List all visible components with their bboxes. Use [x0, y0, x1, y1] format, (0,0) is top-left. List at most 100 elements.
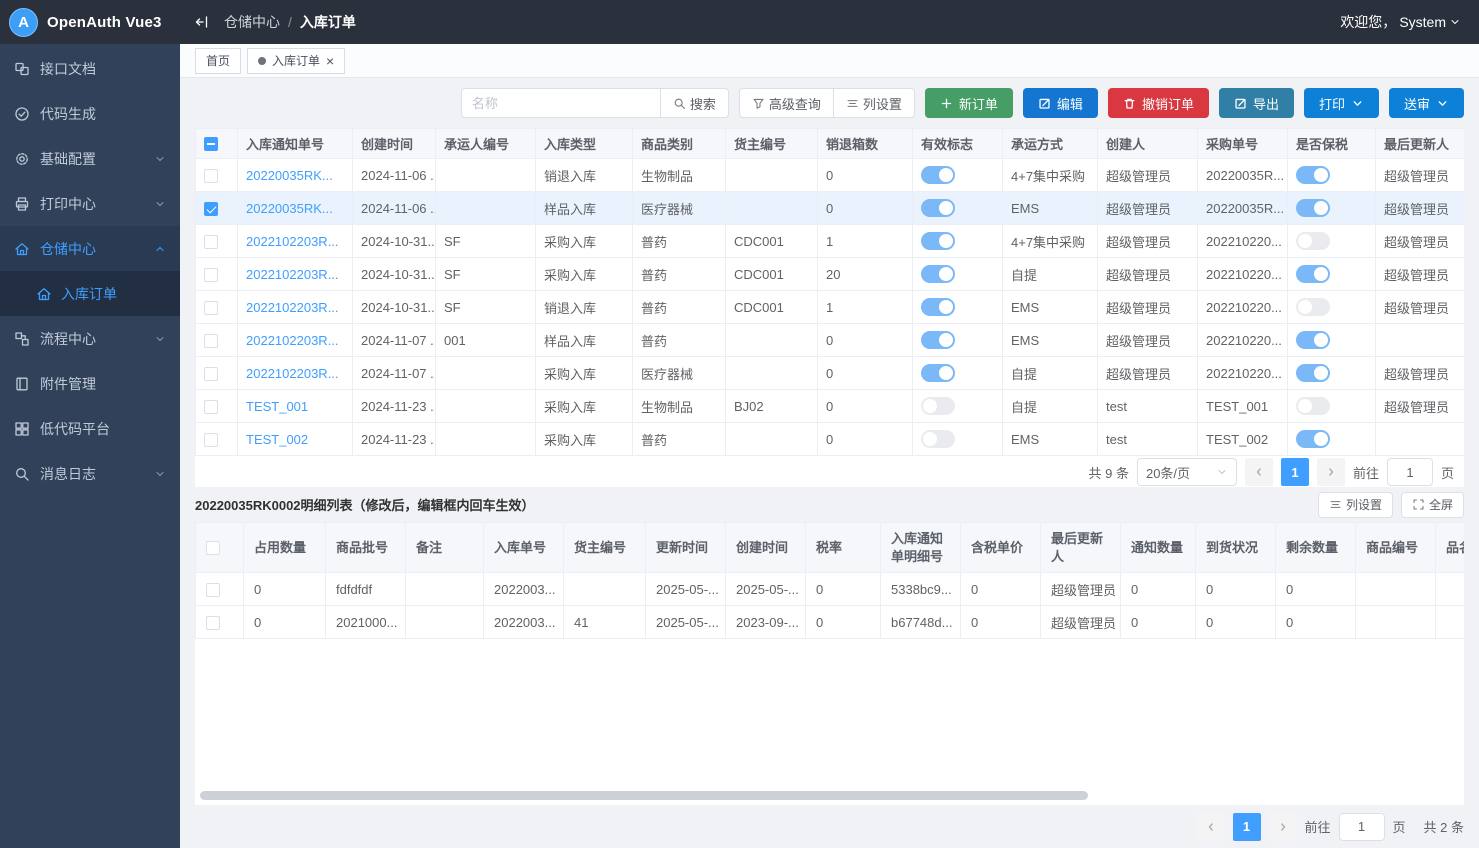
- row-checkbox[interactable]: [204, 334, 218, 348]
- row-checkbox[interactable]: [206, 583, 220, 597]
- valid-flag-toggle[interactable]: [921, 331, 955, 349]
- row-checkbox[interactable]: [204, 433, 218, 447]
- detail-current-page[interactable]: 1: [1233, 813, 1261, 841]
- detail-goto-page-input[interactable]: [1339, 813, 1385, 841]
- lowcode-icon: [14, 421, 30, 437]
- search-button[interactable]: 搜索: [660, 88, 729, 118]
- next-page-button[interactable]: [1317, 458, 1345, 486]
- column-settings-button[interactable]: 列设置: [833, 88, 915, 118]
- valid-flag-toggle[interactable]: [921, 364, 955, 382]
- detail-next-page-button[interactable]: [1269, 813, 1297, 841]
- valid-flag-toggle[interactable]: [921, 430, 955, 448]
- sidebar-item-4[interactable]: 打印中心: [0, 181, 180, 226]
- api-docs-icon: [14, 61, 30, 77]
- tab-home[interactable]: 首页: [195, 48, 241, 74]
- row-checkbox[interactable]: [204, 268, 218, 282]
- print-dropdown-button[interactable]: 打印: [1304, 88, 1379, 118]
- goto-page-input[interactable]: [1387, 458, 1433, 486]
- row-checkbox[interactable]: [204, 301, 218, 315]
- table-row: 20220035RK...2024-11-06 ...样品入库医疗器械0EMS超…: [196, 192, 1465, 225]
- horizontal-scrollbar[interactable]: [200, 791, 1088, 800]
- row-checkbox[interactable]: [204, 202, 218, 216]
- sidebar-item-8[interactable]: 低代码平台: [0, 406, 180, 451]
- valid-flag-toggle[interactable]: [921, 397, 955, 415]
- column-settings-icon: [1329, 498, 1342, 511]
- sidebar-item-6[interactable]: 流程中心: [0, 316, 180, 361]
- order-link[interactable]: 2022102203R...: [246, 366, 339, 381]
- cell: TEST_002: [1198, 423, 1288, 456]
- sidebar-item-2[interactable]: 代码生成: [0, 91, 180, 136]
- advanced-query-button[interactable]: 高级查询: [739, 88, 834, 118]
- page-size-select[interactable]: 20条/页: [1137, 458, 1237, 486]
- sidebar-item-label: 接口文档: [40, 59, 96, 79]
- bonded-toggle[interactable]: [1296, 232, 1330, 250]
- valid-flag-toggle[interactable]: [921, 199, 955, 217]
- cell: [406, 573, 484, 606]
- row-checkbox[interactable]: [206, 616, 220, 630]
- bonded-toggle[interactable]: [1296, 364, 1330, 382]
- cell: [1288, 357, 1376, 390]
- row-checkbox[interactable]: [204, 400, 218, 414]
- new-order-button[interactable]: 新订单: [925, 88, 1013, 118]
- cell: 样品入库: [536, 324, 633, 357]
- row-checkbox[interactable]: [204, 169, 218, 183]
- detail-goto-unit: 页: [1393, 817, 1406, 836]
- sidebar-subitem[interactable]: 入库订单: [0, 271, 180, 316]
- order-link[interactable]: TEST_001: [246, 399, 308, 414]
- orders-card: 入库通知单号创建时间承运人编号入库类型商品类别货主编号销退箱数有效标志承运方式创…: [195, 128, 1464, 487]
- bonded-toggle[interactable]: [1296, 265, 1330, 283]
- cell: [726, 192, 818, 225]
- order-link[interactable]: 2022102203R...: [246, 234, 339, 249]
- cell: 2025-05-...: [726, 573, 806, 606]
- cell: [406, 606, 484, 639]
- valid-flag-toggle[interactable]: [921, 232, 955, 250]
- valid-flag-toggle[interactable]: [921, 166, 955, 184]
- prev-page-button[interactable]: [1245, 458, 1273, 486]
- order-link[interactable]: 2022102203R...: [246, 333, 339, 348]
- submit-review-dropdown-button[interactable]: 送审: [1389, 88, 1464, 118]
- sidebar-item-9[interactable]: 消息日志: [0, 451, 180, 496]
- sidebar-item-7[interactable]: 附件管理: [0, 361, 180, 406]
- inbound-order-icon: [36, 286, 52, 302]
- current-page[interactable]: 1: [1281, 458, 1309, 486]
- column-header: 通知数量: [1121, 523, 1196, 573]
- order-link[interactable]: 2022102203R...: [246, 300, 339, 315]
- valid-flag-toggle[interactable]: [921, 265, 955, 283]
- row-checkbox[interactable]: [204, 367, 218, 381]
- bonded-toggle[interactable]: [1296, 298, 1330, 316]
- valid-flag-toggle[interactable]: [921, 298, 955, 316]
- sidebar-item-3[interactable]: 基础配置: [0, 136, 180, 181]
- cell: 0: [244, 573, 326, 606]
- sidebar-item-1[interactable]: 接口文档: [0, 46, 180, 91]
- order-link[interactable]: TEST_002: [246, 432, 308, 447]
- order-link[interactable]: 2022102203R...: [246, 267, 339, 282]
- breadcrumb-section[interactable]: 仓储中心: [224, 12, 280, 32]
- order-link[interactable]: 20220035RK...: [246, 201, 333, 216]
- export-button[interactable]: 导出: [1219, 88, 1294, 118]
- search-input[interactable]: [461, 88, 661, 118]
- fullscreen-button[interactable]: 全屏: [1401, 492, 1464, 518]
- tab-inbound-orders[interactable]: 入库订单 ×: [247, 48, 345, 74]
- bonded-toggle[interactable]: [1296, 331, 1330, 349]
- edit-button[interactable]: 编辑: [1023, 88, 1098, 118]
- user-menu[interactable]: 欢迎您，System: [1340, 12, 1479, 32]
- sidebar-collapse-icon[interactable]: [194, 14, 210, 30]
- detail-prev-page-button[interactable]: [1197, 813, 1225, 841]
- bonded-toggle[interactable]: [1296, 199, 1330, 217]
- row-checkbox[interactable]: [204, 235, 218, 249]
- cell: 生物制品: [633, 390, 726, 423]
- cell: 0: [818, 390, 913, 423]
- bonded-toggle[interactable]: [1296, 397, 1330, 415]
- sidebar-item-5[interactable]: 仓储中心: [0, 226, 180, 271]
- bonded-toggle[interactable]: [1296, 166, 1330, 184]
- cancel-order-button[interactable]: 撤销订单: [1108, 88, 1209, 118]
- table-row: 2022102203R...2024-11-07 ...采购入库医疗器械0自提超…: [196, 357, 1465, 390]
- cell: 销退入库: [536, 159, 633, 192]
- order-link[interactable]: 20220035RK...: [246, 168, 333, 183]
- detail-column-settings-button[interactable]: 列设置: [1318, 492, 1393, 518]
- bonded-toggle[interactable]: [1296, 430, 1330, 448]
- close-icon[interactable]: ×: [326, 54, 334, 68]
- select-all-checkbox[interactable]: [204, 137, 218, 151]
- cell: 0: [1276, 606, 1356, 639]
- select-all-checkbox[interactable]: [206, 541, 220, 555]
